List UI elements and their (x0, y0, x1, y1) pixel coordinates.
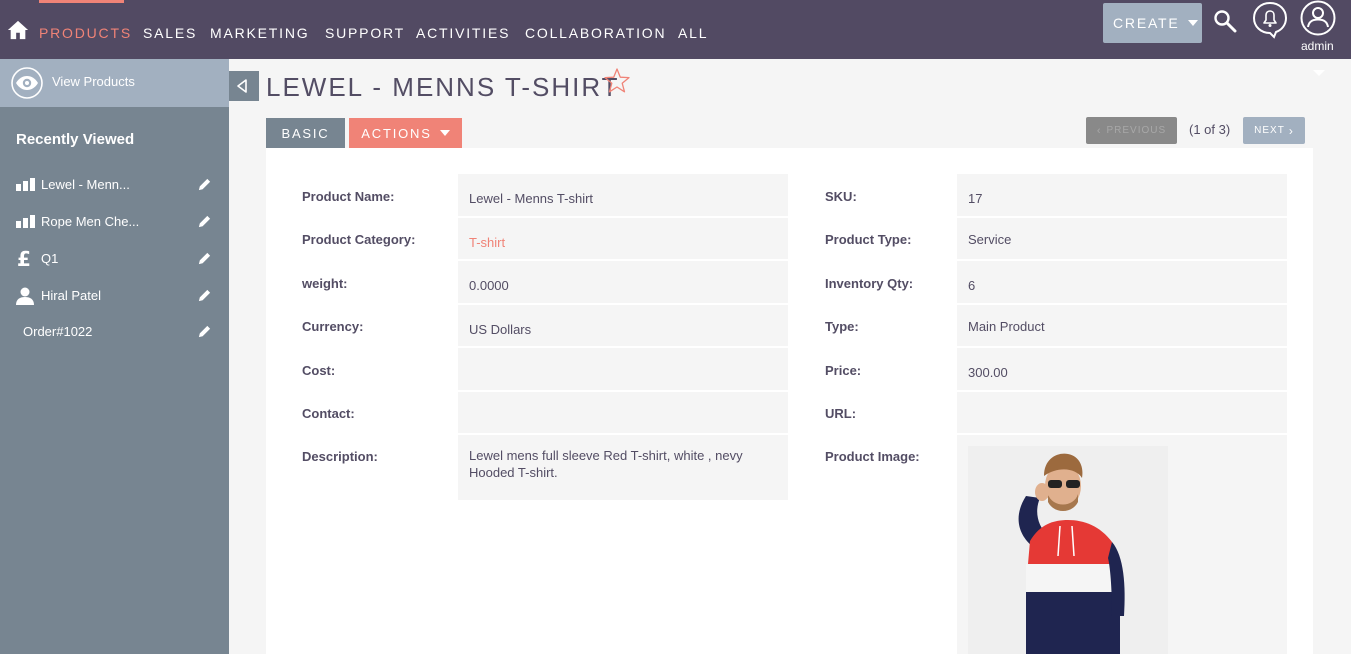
recent-item-label: Rope Men Che... (41, 214, 140, 229)
recent-item[interactable]: Hiral Patel (0, 281, 229, 311)
field-label: weight: (302, 276, 348, 291)
actions-label: ACTIONS (361, 125, 432, 141)
nav-products[interactable]: PRODUCTS (39, 25, 132, 41)
user-avatar-icon[interactable] (1300, 0, 1336, 36)
nav-support[interactable]: SUPPORT (325, 25, 405, 41)
field-label: Price: (825, 363, 862, 378)
create-label: CREATE (1113, 15, 1180, 31)
pound-icon: £ (17, 250, 31, 268)
user-menu-caret-icon (1313, 70, 1325, 76)
record-count: (1 of 3) (1189, 122, 1231, 137)
field-label: Product Category: (302, 232, 416, 247)
nav-sales[interactable]: SALES (143, 25, 197, 41)
view-products-label: View Products (52, 74, 135, 89)
inventory-qty-value[interactable]: 6 (957, 261, 1287, 303)
cost-value[interactable] (458, 348, 788, 390)
svg-text:£: £ (17, 250, 31, 268)
search-icon[interactable] (1213, 9, 1237, 33)
field-label: Type: (825, 319, 859, 334)
field-label: Contact: (302, 406, 355, 421)
recent-item-label: Q1 (41, 251, 59, 266)
field-label: Description: (302, 449, 378, 464)
top-nav: PRODUCTS SALES MARKETING SUPPORT ACTIVIT… (0, 0, 1351, 59)
sidebar-collapse-button[interactable] (229, 71, 259, 101)
pencil-icon[interactable] (197, 251, 212, 266)
pencil-icon[interactable] (197, 177, 212, 192)
pencil-icon[interactable] (197, 324, 212, 339)
eye-icon (11, 67, 43, 99)
field-label: URL: (825, 406, 857, 421)
field-label: Cost: (302, 363, 336, 378)
url-value[interactable] (957, 392, 1287, 433)
person-icon (16, 287, 34, 305)
caret-down-icon (439, 130, 450, 136)
weight-value[interactable]: 0.0000 (458, 261, 788, 303)
nav-activities[interactable]: ACTIVITIES (416, 25, 510, 41)
user-name[interactable]: admin (1301, 39, 1334, 53)
home-icon[interactable] (7, 19, 29, 41)
chevron-left-icon: ‹ (1096, 124, 1102, 137)
view-products-link[interactable]: View Products (0, 59, 229, 107)
favorite-star-icon[interactable] (603, 67, 631, 95)
next-label: NEXT (1254, 125, 1285, 136)
product-name-value[interactable]: Lewel - Menns T-shirt (458, 174, 788, 216)
pencil-icon[interactable] (197, 214, 212, 229)
create-button[interactable]: CREATE (1103, 3, 1202, 43)
tab-basic[interactable]: BASIC (266, 118, 345, 148)
price-value[interactable]: 300.00 (957, 348, 1287, 390)
product-type-value[interactable]: Service (957, 218, 1287, 259)
actions-dropdown[interactable]: ACTIONS (349, 118, 462, 148)
nav-all[interactable]: ALL (678, 25, 708, 41)
sku-value[interactable]: 17 (957, 174, 1287, 216)
recent-item[interactable]: Order#1022 (0, 317, 229, 347)
chevron-right-icon: › (1288, 123, 1294, 138)
active-tab-indicator (39, 0, 124, 3)
recent-item-label: Hiral Patel (41, 288, 101, 303)
recent-item[interactable]: Rope Men Che... (0, 207, 229, 237)
field-label: Inventory Qty: (825, 276, 914, 291)
nav-collaboration[interactable]: COLLABORATION (525, 25, 666, 41)
next-button[interactable]: NEXT › (1243, 117, 1305, 144)
pencil-icon[interactable] (197, 288, 212, 303)
field-label: Currency: (302, 319, 364, 334)
field-label: SKU: (825, 189, 857, 204)
previous-button[interactable]: ‹ PREVIOUS (1086, 117, 1177, 144)
recent-item-label: Order#1022 (23, 324, 93, 339)
previous-label: PREVIOUS (1106, 125, 1167, 136)
nav-marketing[interactable]: MARKETING (210, 25, 309, 41)
field-label: Product Image: (825, 449, 920, 464)
product-image[interactable] (968, 446, 1168, 654)
currency-value[interactable]: US Dollars (458, 305, 788, 346)
chart-bars-icon (16, 215, 35, 228)
recent-item[interactable]: Lewel - Menn... (0, 170, 229, 200)
field-label: Product Name: (302, 189, 395, 204)
recently-viewed-title: Recently Viewed (16, 131, 135, 148)
recent-item[interactable]: £ Q1 (0, 244, 229, 274)
field-label: Product Type: (825, 232, 912, 247)
product-category-link[interactable]: T-shirt (458, 218, 788, 259)
type-value[interactable]: Main Product (957, 305, 1287, 346)
description-value[interactable]: Lewel mens full sleeve Red T-shirt, whit… (458, 435, 788, 500)
sidebar: View Products Recently Viewed Lewel - Me… (0, 59, 229, 654)
chart-bars-icon (16, 178, 35, 191)
bell-icon[interactable] (1252, 1, 1288, 39)
page-title: LEWEL - MENNS T-SHIRT (266, 72, 620, 102)
contact-value[interactable] (458, 392, 788, 433)
recent-item-label: Lewel - Menn... (41, 177, 130, 192)
caret-down-icon (1187, 20, 1198, 26)
